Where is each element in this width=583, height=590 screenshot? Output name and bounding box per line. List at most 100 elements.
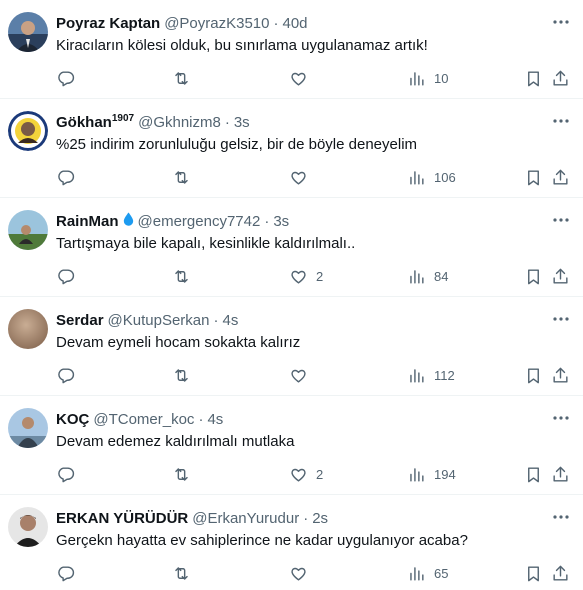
reply-button[interactable] xyxy=(56,561,75,585)
user-handle[interactable]: @TComer_koc xyxy=(93,410,194,430)
retweet-button[interactable] xyxy=(172,561,191,585)
avatar[interactable] xyxy=(8,408,48,448)
share-icon xyxy=(553,268,568,284)
tweet-time[interactable]: 4s xyxy=(207,410,223,430)
like-button[interactable]: 2 xyxy=(289,264,323,288)
share-icon xyxy=(553,367,568,383)
bookmark-button[interactable] xyxy=(524,363,543,387)
retweet-button[interactable] xyxy=(172,264,191,288)
tweet-actions: 65 xyxy=(56,561,571,585)
reply-icon xyxy=(58,565,75,581)
tweet[interactable]: Serdar @KutupSerkan · 4s Devam eymeli ho… xyxy=(0,297,583,396)
reply-button[interactable] xyxy=(56,264,75,288)
retweet-button[interactable] xyxy=(172,363,191,387)
share-button[interactable] xyxy=(551,264,570,288)
bookmark-button[interactable] xyxy=(524,66,543,90)
tweet-actions: 2 84 xyxy=(56,264,571,288)
more-icon[interactable] xyxy=(551,309,571,329)
reply-button[interactable] xyxy=(56,363,75,387)
more-icon[interactable] xyxy=(551,210,571,230)
retweet-button[interactable] xyxy=(172,165,191,189)
tweet[interactable]: Poyraz Kaptan @PoyrazK3510 · 40d Kiracıl… xyxy=(0,0,583,99)
views-button[interactable]: 65 xyxy=(407,561,448,585)
user-handle[interactable]: @emergency7742 xyxy=(138,212,261,232)
views-button[interactable]: 106 xyxy=(407,165,456,189)
display-name[interactable]: KOÇ xyxy=(56,410,89,430)
avatar[interactable] xyxy=(8,111,48,151)
tweet-header: Poyraz Kaptan @PoyrazK3510 · 40d xyxy=(56,14,543,34)
like-button[interactable] xyxy=(289,561,316,585)
views-icon xyxy=(410,566,424,581)
separator-dot: · xyxy=(198,411,204,428)
view-count: 84 xyxy=(434,268,449,284)
like-icon xyxy=(291,369,306,383)
bookmark-button[interactable] xyxy=(524,561,543,585)
views-button[interactable]: 84 xyxy=(407,264,448,288)
bookmark-button[interactable] xyxy=(524,462,543,486)
reply-button[interactable] xyxy=(56,66,75,90)
display-name[interactable]: ERKAN YÜRÜDÜR xyxy=(56,509,188,529)
tweet-time[interactable]: 4s xyxy=(222,311,238,331)
like-button[interactable] xyxy=(289,66,316,90)
more-icon[interactable] xyxy=(551,111,571,131)
share-button[interactable] xyxy=(551,462,570,486)
tweet-time[interactable]: 3s xyxy=(273,212,289,232)
retweet-icon xyxy=(175,566,188,580)
retweet-button[interactable] xyxy=(172,66,191,90)
like-icon xyxy=(291,270,306,284)
like-button[interactable] xyxy=(289,363,316,387)
bookmark-icon xyxy=(528,70,539,86)
view-count: 65 xyxy=(434,565,449,581)
tweet[interactable]: ERKAN YÜRÜDÜR @ErkanYurudur · 2s Gerçekn… xyxy=(0,495,583,590)
reply-button[interactable] xyxy=(56,165,75,189)
retweet-button[interactable] xyxy=(172,462,191,486)
tweet-actions: 10 xyxy=(56,66,571,90)
share-button[interactable] xyxy=(551,363,570,387)
views-button[interactable]: 194 xyxy=(407,462,456,486)
display-name[interactable]: RainMan xyxy=(56,212,119,232)
user-handle[interactable]: @KutupSerkan xyxy=(108,311,210,331)
views-button[interactable]: 10 xyxy=(407,66,448,90)
tweet[interactable]: Gökhan1907 @Gkhnizm8 · 3s %25 indirim zo… xyxy=(0,99,583,198)
bookmark-button[interactable] xyxy=(524,165,543,189)
tweet-header: ERKAN YÜRÜDÜR @ErkanYurudur · 2s xyxy=(56,509,543,529)
tweet-actions: 106 xyxy=(56,165,571,189)
avatar[interactable] xyxy=(8,309,48,349)
more-icon[interactable] xyxy=(551,507,571,527)
share-button[interactable] xyxy=(551,561,570,585)
view-count: 10 xyxy=(434,70,449,86)
views-icon xyxy=(410,170,424,185)
tweet-actions: 2 194 xyxy=(56,462,571,486)
like-button[interactable]: 2 xyxy=(289,462,323,486)
share-icon xyxy=(553,70,568,86)
share-button[interactable] xyxy=(551,66,570,90)
more-icon[interactable] xyxy=(551,408,571,428)
tweet-time[interactable]: 2s xyxy=(312,509,328,529)
display-name[interactable]: Gökhan1907 xyxy=(56,113,134,133)
tweet-text: Kiracıların kölesi olduk, bu sınırlama u… xyxy=(56,37,428,54)
avatar[interactable] xyxy=(8,210,48,250)
like-button[interactable] xyxy=(289,165,316,189)
tweet[interactable]: KOÇ @TComer_koc · 4s Devam edemez kaldır… xyxy=(0,396,583,495)
avatar[interactable] xyxy=(8,507,48,547)
share-button[interactable] xyxy=(551,165,570,189)
reply-button[interactable] xyxy=(56,462,75,486)
tweet-header: KOÇ @TComer_koc · 4s xyxy=(56,410,543,430)
tweet-header: Gökhan1907 @Gkhnizm8 · 3s xyxy=(56,113,543,133)
tweet-time[interactable]: 40d xyxy=(283,14,308,34)
user-handle[interactable]: @ErkanYurudur xyxy=(192,509,299,529)
avatar[interactable] xyxy=(8,12,48,52)
bookmark-icon xyxy=(528,466,539,482)
views-button[interactable]: 112 xyxy=(407,363,455,387)
bookmark-button[interactable] xyxy=(524,264,543,288)
display-name[interactable]: Serdar xyxy=(56,311,104,331)
retweet-icon xyxy=(175,71,188,85)
bookmark-icon xyxy=(528,268,539,284)
tweet-text: Gerçekn hayatta ev sahiplerince ne kadar… xyxy=(56,532,468,549)
display-name[interactable]: Poyraz Kaptan xyxy=(56,14,160,34)
more-icon[interactable] xyxy=(551,12,571,32)
user-handle[interactable]: @Gkhnizm8 xyxy=(138,113,221,133)
tweet-time[interactable]: 3s xyxy=(234,113,250,133)
tweet[interactable]: RainMan @emergency7742 · 3s Tartışmaya b… xyxy=(0,198,583,297)
user-handle[interactable]: @PoyrazK3510 xyxy=(164,14,269,34)
